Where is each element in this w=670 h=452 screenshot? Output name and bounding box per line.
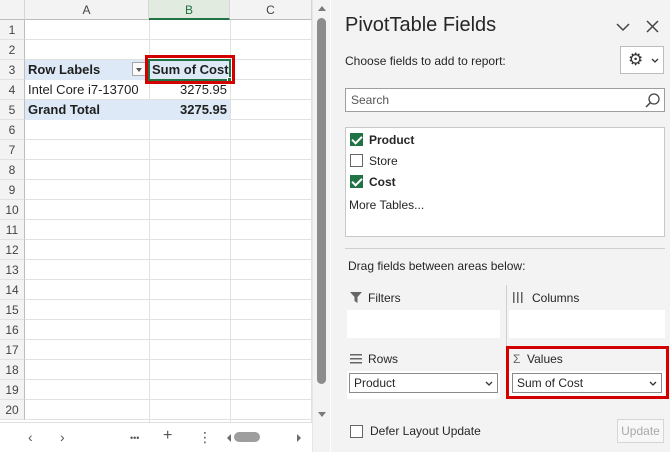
update-button[interactable]: Update xyxy=(617,419,664,443)
field-checkbox-cost[interactable] xyxy=(350,175,363,188)
sheet-tab-bar: ‹ › ••• + ⋮ xyxy=(0,422,312,452)
spreadsheet-grid[interactable]: A B C 1 2 3 4 5 6 7 8 9 10 11 12 13 14 15 16 17 18 19 20 Ro… xyxy=(0,0,312,422)
row-header[interactable]: 3 xyxy=(0,60,25,80)
search-placeholder: Search xyxy=(351,93,390,107)
row-header[interactable]: 1 xyxy=(0,20,25,40)
gridline-horizontal xyxy=(25,259,312,260)
columns-label: Columns xyxy=(532,291,580,305)
gridline-horizontal xyxy=(25,219,312,220)
row-header[interactable]: 20 xyxy=(0,400,25,420)
pane-title: PivotTable Fields xyxy=(345,14,497,36)
horizontal-scroll-thumb[interactable] xyxy=(234,432,260,442)
row-labels-filter-button[interactable] xyxy=(132,62,146,76)
select-all-corner[interactable] xyxy=(0,0,25,20)
field-settings-button[interactable]: ⚙ xyxy=(620,46,664,74)
row-header[interactable]: 13 xyxy=(0,260,25,280)
gridline-horizontal xyxy=(25,419,312,420)
close-icon[interactable] xyxy=(646,20,659,33)
horizontal-scrollbar[interactable] xyxy=(222,432,306,442)
pivot-grand-total-value[interactable]: 3275.95 xyxy=(149,100,230,120)
gridline-horizontal xyxy=(25,239,312,240)
row-header[interactable]: 4 xyxy=(0,80,25,100)
gridline-horizontal xyxy=(25,159,312,160)
field-label-cost: Cost xyxy=(369,175,396,189)
add-sheet-icon[interactable]: + xyxy=(163,427,172,445)
field-list: Product Store Cost More Tables... xyxy=(345,127,665,237)
row-header[interactable]: 19 xyxy=(0,380,25,400)
rows-field-label: Product xyxy=(354,376,396,390)
pivot-row-labels-header[interactable]: Row Labels xyxy=(25,60,149,80)
field-label-product: Product xyxy=(369,133,415,147)
column-header-c[interactable]: C xyxy=(230,0,312,20)
rows-field-dropdown[interactable]: Product xyxy=(349,373,498,393)
chevron-down-icon xyxy=(651,58,659,63)
pivot-fields-pane: PivotTable Fields Choose fields to add t… xyxy=(331,0,670,452)
filters-label: Filters xyxy=(368,291,401,305)
row-header[interactable]: 18 xyxy=(0,360,25,380)
value-header-highlight xyxy=(145,55,235,84)
filters-drop-zone[interactable] xyxy=(347,310,500,338)
row-header[interactable]: 17 xyxy=(0,340,25,360)
field-checkbox-store[interactable] xyxy=(350,154,363,167)
gridline-horizontal xyxy=(25,179,312,180)
row-header[interactable]: 2 xyxy=(0,40,25,60)
chevron-down-icon[interactable] xyxy=(616,22,630,32)
filters-area-header: Filters xyxy=(350,291,401,305)
row-header[interactable]: 15 xyxy=(0,300,25,320)
gridline-horizontal xyxy=(25,359,312,360)
columns-area-header: Columns xyxy=(513,291,579,305)
row-header[interactable]: 11 xyxy=(0,220,25,240)
row-header[interactable]: 10 xyxy=(0,200,25,220)
next-sheet-icon[interactable]: › xyxy=(60,429,65,445)
row-header[interactable]: 14 xyxy=(0,280,25,300)
gridline-horizontal xyxy=(25,319,312,320)
gridline-horizontal xyxy=(25,399,312,400)
row-header[interactable]: 16 xyxy=(0,320,25,340)
gridline-horizontal xyxy=(25,379,312,380)
row-header[interactable]: 12 xyxy=(0,240,25,260)
column-header-a[interactable]: A xyxy=(25,0,149,20)
columns-drop-zone[interactable] xyxy=(509,310,665,338)
gridline-horizontal xyxy=(25,199,312,200)
field-checkbox-product[interactable] xyxy=(350,133,363,146)
sheet-options-icon[interactable]: ⋮ xyxy=(198,429,212,446)
gridline-horizontal xyxy=(25,39,312,40)
vertical-scrollbar[interactable] xyxy=(312,0,330,452)
defer-layout-checkbox[interactable] xyxy=(350,425,363,438)
rows-icon xyxy=(350,354,362,364)
column-header-b[interactable]: B xyxy=(149,0,230,20)
gridline-horizontal xyxy=(25,139,312,140)
pivot-grand-total-label[interactable]: Grand Total xyxy=(25,100,149,120)
rows-area-header: Rows xyxy=(350,352,398,366)
scroll-up-icon[interactable] xyxy=(318,6,326,11)
filter-icon xyxy=(350,292,362,303)
columns-icon xyxy=(513,292,523,303)
gridline-horizontal xyxy=(25,339,312,340)
chevron-down-icon xyxy=(485,381,493,386)
row-header[interactable]: 9 xyxy=(0,180,25,200)
more-sheets-icon[interactable]: ••• xyxy=(130,433,139,443)
gridline-horizontal xyxy=(25,299,312,300)
scroll-down-icon[interactable] xyxy=(318,412,326,417)
field-search-input[interactable]: Search xyxy=(345,88,665,112)
more-tables-link[interactable]: More Tables... xyxy=(349,198,424,212)
vertical-scroll-thumb[interactable] xyxy=(317,18,326,384)
search-icon[interactable] xyxy=(644,92,661,109)
gear-icon: ⚙ xyxy=(628,50,644,69)
pivot-item-label[interactable]: Intel Core i7-13700 xyxy=(25,80,149,100)
field-label-store: Store xyxy=(369,154,398,168)
rows-label: Rows xyxy=(368,352,399,366)
pane-divider xyxy=(345,248,665,249)
prev-sheet-icon[interactable]: ‹ xyxy=(28,429,33,445)
drag-fields-label: Drag fields between areas below: xyxy=(348,259,526,273)
row-header[interactable]: 7 xyxy=(0,140,25,160)
gridline-horizontal xyxy=(25,279,312,280)
row-header[interactable]: 6 xyxy=(0,120,25,140)
choose-fields-label: Choose fields to add to report: xyxy=(345,54,506,68)
defer-layout-label: Defer Layout Update xyxy=(370,424,481,438)
values-area-highlight xyxy=(506,346,669,399)
row-header[interactable]: 5 xyxy=(0,100,25,120)
row-header[interactable]: 8 xyxy=(0,160,25,180)
